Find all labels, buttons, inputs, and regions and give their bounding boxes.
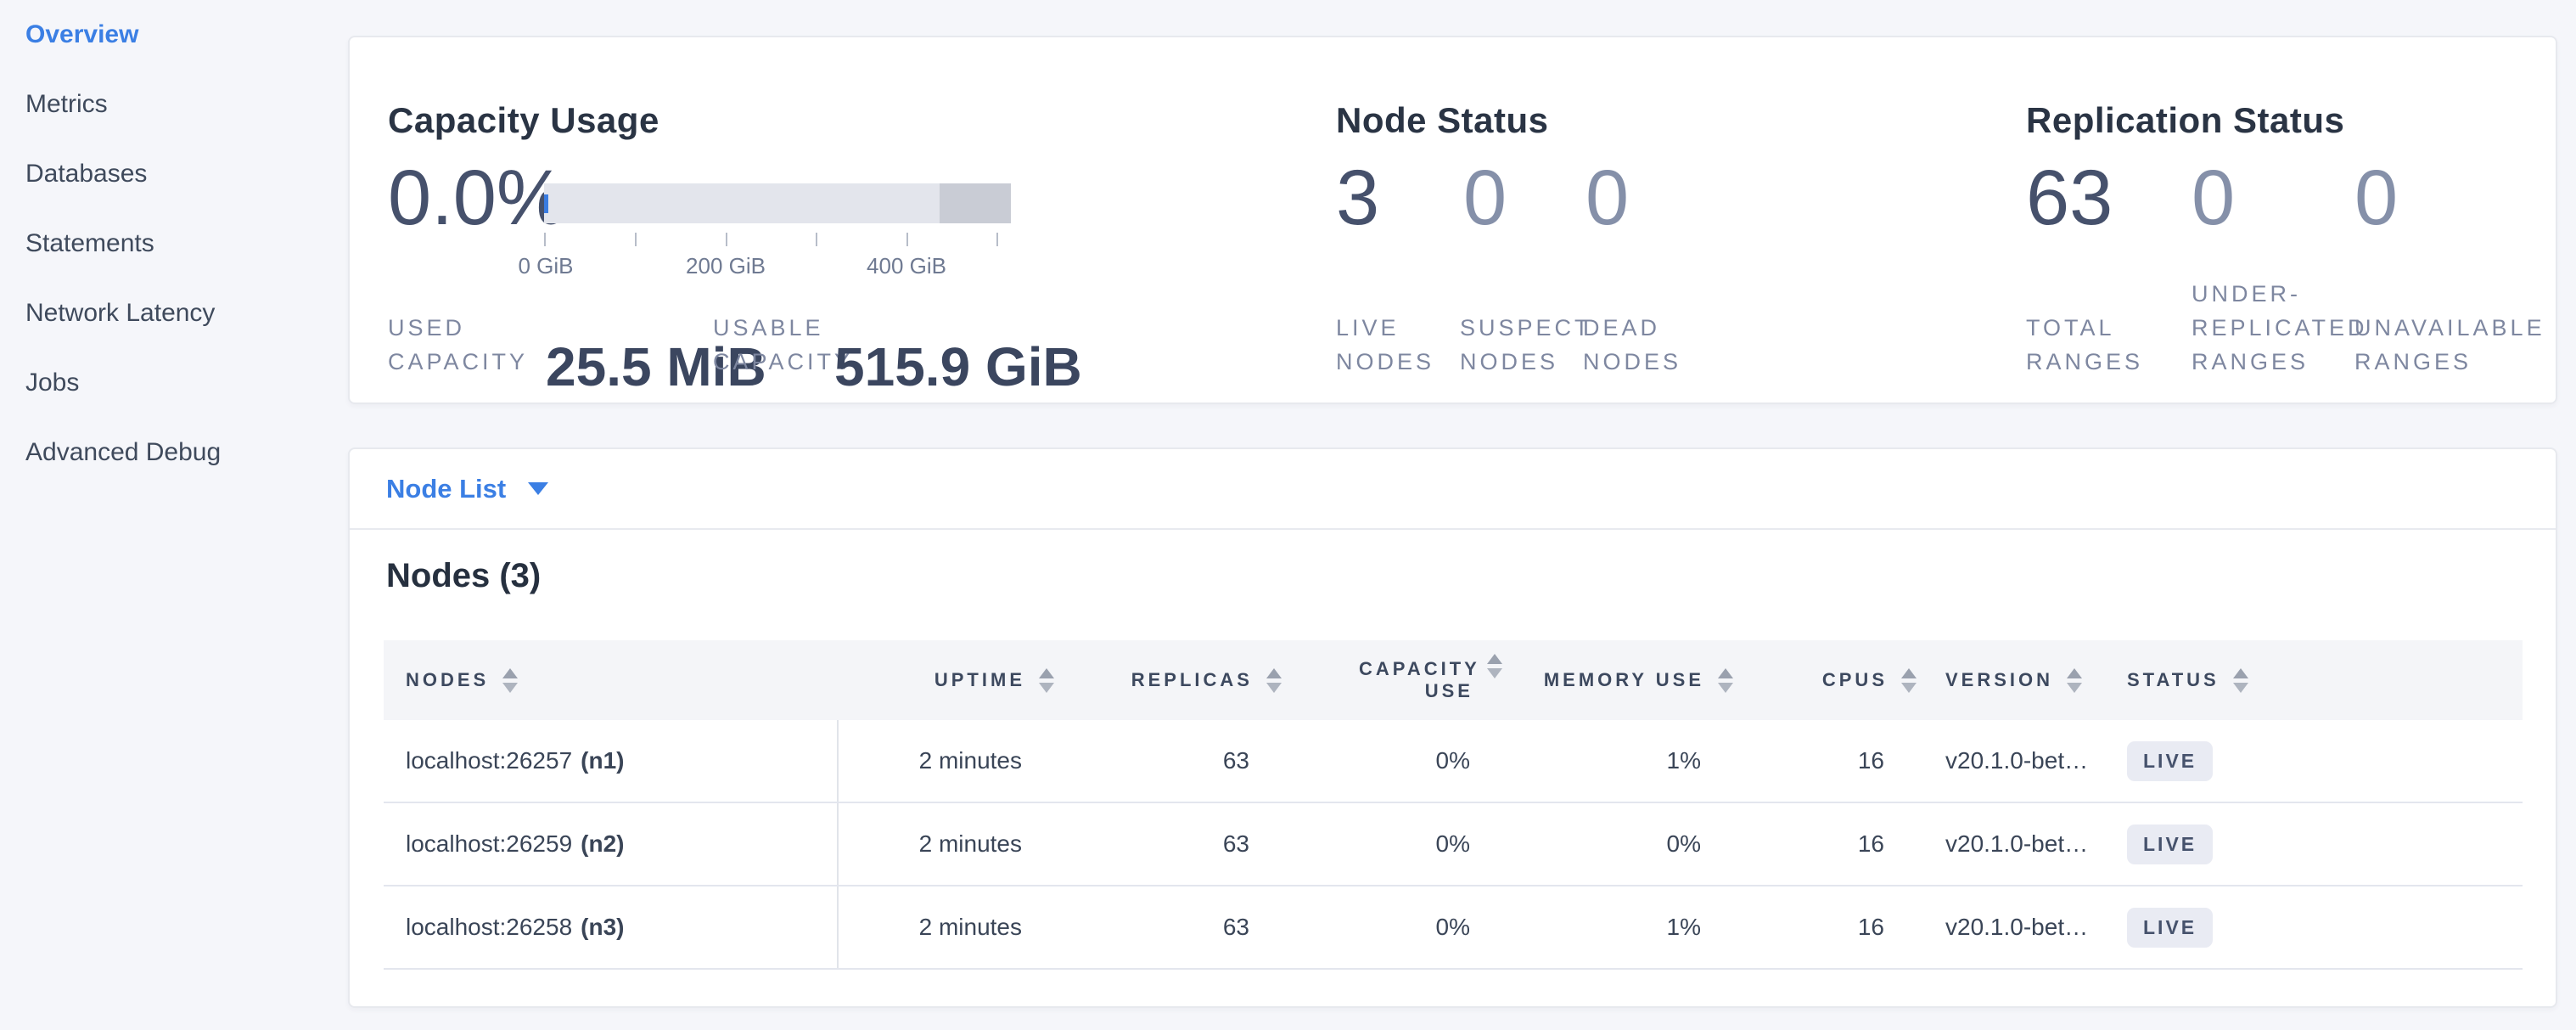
- uptime-cell: 2 minutes: [839, 886, 1054, 968]
- sort-arrows-icon: [2067, 668, 2082, 693]
- cpus-cell: 16: [1733, 803, 1917, 885]
- node-list-card: Node List Nodes (3) NODES UPTIME REPLICA…: [348, 447, 2557, 1008]
- sidebar: Overview Metrics Databases Statements Ne…: [0, 0, 348, 1030]
- replicas-cell: 63: [1054, 886, 1282, 968]
- node-status-title: Node Status: [1336, 100, 1549, 141]
- status-cell: LIVE: [2107, 886, 2523, 968]
- axis-tick: [816, 233, 817, 246]
- sort-arrows-icon: [1718, 668, 1733, 693]
- cpus-cell: 16: [1733, 886, 1917, 968]
- live-nodes-label: LIVE NODES: [1336, 311, 1451, 379]
- under-replicated-ranges-label: UNDER-REPLICATED RANGES: [2192, 277, 2374, 379]
- usable-capacity-label: USABLE CAPACITY: [713, 311, 853, 379]
- column-header-replicas[interactable]: REPLICAS: [1054, 640, 1282, 720]
- sidebar-item-network-latency[interactable]: Network Latency: [25, 297, 306, 329]
- sidebar-item-metrics[interactable]: Metrics: [25, 88, 306, 121]
- version-cell: v20.1.0-bet…: [1917, 720, 2107, 802]
- column-header-uptime[interactable]: UPTIME: [839, 640, 1054, 720]
- status-badge: LIVE: [2127, 741, 2213, 781]
- column-header-status[interactable]: STATUS: [2107, 640, 2523, 720]
- axis-label-200gib: 200 GiB: [686, 253, 766, 279]
- capacity-bar-used-segment: [544, 194, 548, 213]
- cpus-cell: 16: [1733, 720, 1917, 802]
- axis-tick: [544, 233, 546, 246]
- total-ranges-label: TOTAL RANGES: [2026, 311, 2175, 379]
- suspect-nodes-count: 0: [1463, 159, 1507, 237]
- column-header-version[interactable]: VERSION: [1917, 640, 2107, 720]
- nodes-heading: Nodes (3): [386, 555, 2556, 596]
- suspect-nodes-label: SUSPECT NODES: [1460, 311, 1583, 379]
- sort-arrows-icon: [1487, 654, 1502, 678]
- sort-arrows-icon: [2233, 668, 2248, 693]
- node-address-cell[interactable]: localhost:26257 (n1): [384, 720, 839, 802]
- memory-use-cell: 1%: [1502, 720, 1733, 802]
- dead-nodes-label: DEAD NODES: [1583, 311, 1698, 379]
- status-badge: LIVE: [2127, 825, 2213, 864]
- version-cell: v20.1.0-bet…: [1917, 803, 2107, 885]
- used-capacity-label: USED CAPACITY: [388, 311, 528, 379]
- nodes-table-header: NODES UPTIME REPLICAS CAPACITY USE MEMOR…: [384, 640, 2523, 720]
- sidebar-item-advanced-debug[interactable]: Advanced Debug: [25, 436, 306, 469]
- sidebar-item-overview[interactable]: Overview: [25, 19, 306, 51]
- column-header-memory-use[interactable]: MEMORY USE: [1502, 640, 1733, 720]
- sort-arrows-icon: [1901, 668, 1917, 693]
- capacity-usage-title: Capacity Usage: [388, 100, 659, 141]
- axis-label-0gib: 0 GiB: [518, 253, 573, 279]
- node-list-dropdown-label: Node List: [386, 474, 506, 504]
- column-header-nodes[interactable]: NODES: [384, 640, 839, 720]
- capacity-use-cell: 0%: [1282, 803, 1502, 885]
- status-cell: LIVE: [2107, 803, 2523, 885]
- dead-nodes-count: 0: [1585, 159, 1629, 237]
- capacity-bar-reserved-segment: [940, 183, 1011, 223]
- capacity-used-percent: 0.0%: [388, 159, 566, 237]
- uptime-cell: 2 minutes: [839, 803, 1054, 885]
- sidebar-item-statements[interactable]: Statements: [25, 228, 306, 260]
- total-ranges-count: 63: [2026, 159, 2113, 237]
- axis-tick: [635, 233, 637, 246]
- sort-arrows-icon: [1266, 668, 1282, 693]
- status-cell: LIVE: [2107, 720, 2523, 802]
- sort-arrows-icon: [502, 668, 518, 693]
- status-badge: LIVE: [2127, 908, 2213, 948]
- axis-label-400gib: 400 GiB: [867, 253, 946, 279]
- replication-status-title: Replication Status: [2026, 100, 2344, 141]
- sidebar-item-databases[interactable]: Databases: [25, 158, 306, 190]
- unavailable-ranges-label: UNAVAILABLE RANGES: [2354, 311, 2567, 379]
- live-nodes-count: 3: [1336, 159, 1379, 237]
- capacity-use-cell: 0%: [1282, 886, 1502, 968]
- uptime-cell: 2 minutes: [839, 720, 1054, 802]
- axis-tick: [906, 233, 908, 246]
- column-header-cpus[interactable]: CPUS: [1733, 640, 1917, 720]
- node-address-cell[interactable]: localhost:26259 (n2): [384, 803, 839, 885]
- table-row-node-1: localhost:26257 (n1) 2 minutes 63 0% 1% …: [384, 720, 2523, 803]
- nodes-table: NODES UPTIME REPLICAS CAPACITY USE MEMOR…: [384, 640, 2523, 970]
- version-cell: v20.1.0-bet…: [1917, 886, 2107, 968]
- table-row-node-2: localhost:26259 (n2) 2 minutes 63 0% 0% …: [384, 803, 2523, 886]
- capacity-bar-chart: 0 GiB 200 GiB 400 GiB: [544, 183, 1011, 285]
- axis-tick: [996, 233, 998, 246]
- memory-use-cell: 1%: [1502, 886, 1733, 968]
- under-replicated-ranges-count: 0: [2192, 159, 2235, 237]
- replicas-cell: 63: [1054, 803, 1282, 885]
- table-row-node-3: localhost:26258 (n3) 2 minutes 63 0% 1% …: [384, 886, 2523, 970]
- usable-capacity-value: 515.9 GiB: [834, 340, 1082, 394]
- node-list-dropdown[interactable]: Node List: [350, 449, 2556, 530]
- replicas-cell: 63: [1054, 720, 1282, 802]
- chevron-down-icon: [528, 482, 548, 495]
- axis-tick: [726, 233, 727, 246]
- memory-use-cell: 0%: [1502, 803, 1733, 885]
- capacity-use-cell: 0%: [1282, 720, 1502, 802]
- sidebar-item-jobs[interactable]: Jobs: [25, 367, 306, 399]
- unavailable-ranges-count: 0: [2354, 159, 2398, 237]
- node-address-cell[interactable]: localhost:26258 (n3): [384, 886, 839, 968]
- sort-arrows-icon: [1039, 668, 1054, 693]
- cluster-summary-card: Capacity Usage 0.0% 0 GiB 200 GiB 400 Gi…: [348, 36, 2557, 404]
- column-header-capacity-use[interactable]: CAPACITY USE: [1282, 640, 1502, 720]
